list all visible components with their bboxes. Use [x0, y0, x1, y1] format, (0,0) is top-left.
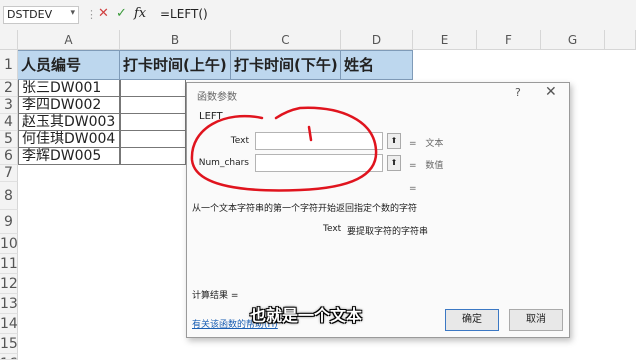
arg-hint-number: 数值 — [425, 161, 444, 171]
table-cell[interactable] — [120, 114, 186, 131]
arg-equals: = 文本 — [409, 136, 443, 149]
header-cell[interactable]: 打卡时间(上午) — [120, 50, 231, 80]
table-cell[interactable]: 李辉DW005 — [18, 148, 120, 165]
row-header[interactable]: 11 — [0, 254, 18, 274]
name-box[interactable]: DSTDEV ▾ — [3, 6, 79, 24]
function-name: LEFT — [199, 111, 223, 122]
chevron-down-icon[interactable]: ▾ — [70, 8, 75, 18]
cancel-icon[interactable]: ✕ — [98, 6, 109, 21]
arg-hint-text: 文本 — [425, 139, 444, 149]
text-arg-input[interactable] — [255, 132, 383, 150]
row-header[interactable]: 13 — [0, 294, 18, 314]
row-header[interactable]: 4 — [0, 114, 18, 131]
row-header[interactable]: 1 — [0, 50, 18, 80]
column-header[interactable]: G — [541, 30, 605, 50]
collapse-dialog-icon[interactable]: ⬆ — [387, 155, 401, 171]
row-header[interactable]: 7 — [0, 165, 18, 182]
table-cell[interactable]: 赵玉其DW003 — [18, 114, 120, 131]
arg-equals: = 数值 — [409, 158, 443, 171]
dialog-title: 函数参数 — [197, 92, 237, 103]
name-box-value: DSTDEV — [7, 8, 53, 21]
row-header[interactable]: 6 — [0, 148, 18, 165]
formula-input[interactable]: =LEFT() — [160, 7, 208, 21]
column-header[interactable]: C — [231, 30, 341, 50]
arg-eq-sign: = — [409, 139, 417, 149]
enter-icon[interactable]: ✓ — [116, 6, 127, 21]
header-cell[interactable]: 姓名 — [341, 50, 413, 80]
arg-eq-sign: = — [409, 161, 417, 171]
row-header[interactable]: 12 — [0, 274, 18, 294]
video-caption: 也就是一个文本 — [250, 306, 363, 325]
num-chars-arg-input[interactable] — [255, 154, 383, 172]
column-header[interactable]: B — [120, 30, 231, 50]
arg-help-text: 要提取字符的字符串 — [347, 227, 429, 237]
table-cell[interactable] — [120, 148, 186, 165]
ok-button[interactable]: 确定 — [445, 309, 499, 331]
table-cell[interactable] — [120, 97, 186, 114]
column-header[interactable]: E — [413, 30, 477, 50]
column-header[interactable] — [605, 30, 636, 50]
select-all-corner[interactable] — [0, 30, 18, 50]
insert-function-icon[interactable]: fx — [134, 6, 146, 21]
help-icon[interactable]: ? — [515, 86, 521, 99]
table-cell[interactable] — [120, 131, 186, 148]
arg-help-name: Text — [323, 224, 342, 234]
arg-label-num-chars: Num_chars — [198, 158, 249, 168]
row-header[interactable]: 10 — [0, 234, 18, 254]
formula-bar: DSTDEV ▾ ⋮ ✕ ✓ fx =LEFT() — [0, 0, 636, 31]
row-header[interactable]: 16 — [0, 354, 18, 360]
table-cell[interactable]: 李四DW002 — [18, 97, 120, 114]
header-cell[interactable]: 人员编号 — [18, 50, 120, 80]
column-header[interactable]: A — [18, 30, 120, 50]
header-cell[interactable]: 打卡时间(下午) — [231, 50, 341, 80]
function-description: 从一个文本字符串的第一个字符开始返回指定个数的字符 — [192, 204, 418, 214]
calc-result: 计算结果 = — [192, 291, 239, 301]
row-header[interactable]: 14 — [0, 314, 18, 334]
table-cell[interactable] — [120, 80, 186, 97]
row-header[interactable]: 9 — [0, 210, 18, 234]
table-cell[interactable]: 张三DW001 — [18, 80, 120, 97]
column-header[interactable]: D — [341, 30, 413, 50]
column-header[interactable]: F — [477, 30, 541, 50]
arg-label-text: Text — [230, 136, 249, 146]
row-header[interactable]: 3 — [0, 97, 18, 114]
collapse-dialog-icon[interactable]: ⬆ — [387, 133, 401, 149]
result-equals: = — [409, 184, 417, 194]
row-header[interactable]: 5 — [0, 131, 18, 148]
cancel-button[interactable]: 取消 — [509, 309, 563, 331]
close-icon[interactable]: ✕ — [545, 84, 557, 100]
more-icon: ⋮ — [86, 8, 97, 21]
row-header[interactable]: 8 — [0, 182, 18, 210]
row-header[interactable]: 15 — [0, 334, 18, 354]
function-arguments-dialog: 函数参数 ? ✕ LEFT Text ⬆ = 文本 Num_chars ⬆ = … — [186, 82, 570, 338]
table-cell[interactable]: 何佳琪DW004 — [18, 131, 120, 148]
row-header[interactable]: 2 — [0, 80, 18, 97]
